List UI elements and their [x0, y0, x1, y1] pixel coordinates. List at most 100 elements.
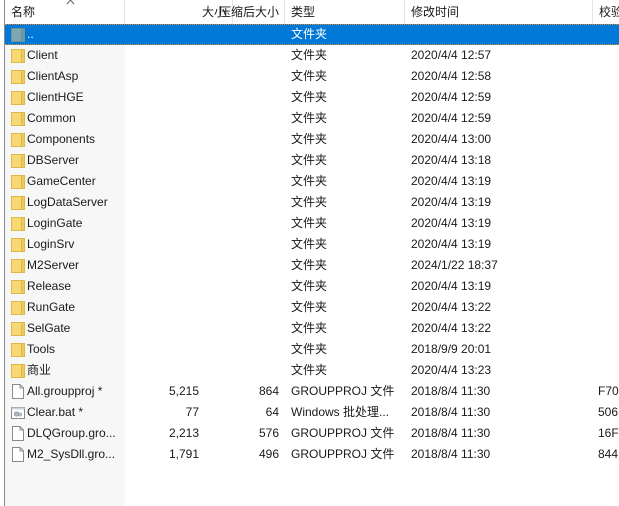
file-row[interactable]: Clear.bat * 77 64 Windows 批处理... 2018/8/4 11… [5, 402, 619, 423]
column-header-compressed-size[interactable]: 压缩后大小 [215, 0, 279, 24]
file-modified-time: 2020/4/4 13:00 [411, 132, 492, 146]
file-name: .. [27, 27, 34, 41]
file-name: ClientAsp [27, 69, 79, 83]
file-size [125, 255, 199, 276]
file-row[interactable]: ClientHGE 文件夹 2020/4/4 12:59 [5, 87, 619, 108]
folder-icon [11, 258, 25, 273]
file-name: LoginGate [27, 216, 83, 230]
file-type: 文件夹 [291, 279, 328, 293]
file-type: GROUPPROJ 文件 [291, 426, 395, 440]
file-icon [11, 426, 25, 441]
file-name: Clear.bat * [27, 405, 84, 419]
file-modified-time: 2024/1/22 18:37 [411, 258, 498, 272]
folder-icon [11, 90, 25, 105]
file-modified-time: 2020/4/4 12:57 [411, 48, 492, 62]
file-name: Client [27, 48, 58, 62]
file-name: Components [27, 132, 96, 146]
file-name: ClientHGE [27, 90, 84, 104]
file-type: 文件夹 [291, 69, 328, 83]
file-compressed-size [205, 192, 279, 213]
file-row[interactable]: 商业 文件夹 2020/4/4 13:23 [5, 360, 619, 381]
file-compressed-size [205, 213, 279, 234]
file-modified-time: 2018/9/9 20:01 [411, 342, 492, 356]
file-name: LoginSrv [27, 237, 75, 251]
file-row[interactable]: Components 文件夹 2020/4/4 13:00 [5, 129, 619, 150]
file-type: 文件夹 [291, 153, 328, 167]
file-name: LogDataServer [27, 195, 108, 209]
file-type: 文件夹 [291, 111, 328, 125]
file-row[interactable]: Release 文件夹 2020/4/4 13:19 [5, 276, 619, 297]
file-row[interactable]: Client 文件夹 2020/4/4 12:57 [5, 45, 619, 66]
file-row[interactable]: RunGate 文件夹 2020/4/4 13:22 [5, 297, 619, 318]
column-divider[interactable] [284, 0, 285, 24]
folder-icon [11, 342, 25, 357]
file-type: 文件夹 [291, 237, 328, 251]
file-type: GROUPPROJ 文件 [291, 447, 395, 461]
file-type: 文件夹 [291, 90, 328, 104]
file-icon [11, 384, 25, 399]
file-compressed-size [205, 339, 279, 360]
file-size [125, 108, 199, 129]
column-header-modified[interactable]: 修改时间 [411, 0, 459, 24]
file-size [125, 87, 199, 108]
folder-icon [11, 321, 25, 336]
file-size [125, 129, 199, 150]
file-name: Tools [27, 342, 56, 356]
file-modified-time: 2020/4/4 13:23 [411, 363, 492, 377]
file-row[interactable]: LoginSrv 文件夹 2020/4/4 13:19 [5, 234, 619, 255]
column-header-checksum[interactable]: 校验 [599, 0, 619, 24]
file-row[interactable]: M2Server 文件夹 2024/1/22 18:37 [5, 255, 619, 276]
file-row[interactable]: ClientAsp 文件夹 2020/4/4 12:58 [5, 66, 619, 87]
file-size [125, 25, 199, 46]
file-checksum: 506 [598, 405, 619, 419]
file-type: 文件夹 [291, 48, 328, 62]
column-header-name[interactable]: 名称 [11, 0, 35, 24]
file-size: 5,215 [168, 384, 199, 398]
file-row-selected[interactable]: .. 文件夹 [5, 24, 619, 45]
file-size [125, 276, 199, 297]
folder-icon [11, 195, 25, 210]
file-compressed-size [205, 171, 279, 192]
file-name: 商业 [27, 363, 52, 377]
column-divider[interactable] [404, 0, 405, 24]
file-type: 文件夹 [291, 174, 328, 188]
file-type: 文件夹 [291, 216, 328, 230]
file-modified-time: 2020/4/4 13:19 [411, 174, 492, 188]
file-row[interactable]: GameCenter 文件夹 2020/4/4 13:19 [5, 171, 619, 192]
file-row[interactable]: LoginGate 文件夹 2020/4/4 13:19 [5, 213, 619, 234]
file-compressed-size [205, 276, 279, 297]
file-row[interactable]: M2_SysDll.gro... 1,791 496 GROUPPROJ 文件 2018… [5, 444, 619, 465]
file-row[interactable]: Common 文件夹 2020/4/4 12:59 [5, 108, 619, 129]
file-checksum: F70 [598, 384, 619, 398]
file-row[interactable]: SelGate 文件夹 2020/4/4 13:22 [5, 318, 619, 339]
file-modified-time: 2020/4/4 13:19 [411, 216, 492, 230]
file-size [125, 171, 199, 192]
file-name: M2_SysDll.gro... [27, 447, 116, 461]
column-divider[interactable] [592, 0, 593, 24]
file-size: 77 [185, 405, 199, 419]
file-type: 文件夹 [291, 27, 328, 41]
file-type: 文件夹 [291, 342, 328, 356]
file-type: Windows 批处理... [291, 405, 390, 419]
folder-icon [11, 69, 25, 84]
column-header-size[interactable]: 大小 [125, 0, 226, 24]
file-checksum: 16F [598, 426, 619, 440]
file-row[interactable]: DBServer 文件夹 2020/4/4 13:18 [5, 150, 619, 171]
file-modified-time: 2020/4/4 12:59 [411, 111, 492, 125]
file-modified-time: 2018/8/4 11:30 [411, 426, 491, 440]
folder-icon [11, 48, 25, 63]
file-compressed-size: 864 [258, 384, 279, 398]
file-row[interactable]: LogDataServer 文件夹 2020/4/4 13:19 [5, 192, 619, 213]
file-row[interactable]: DLQGroup.gro... 2,213 576 GROUPPROJ 文件 2018/… [5, 423, 619, 444]
file-compressed-size [205, 255, 279, 276]
file-compressed-size [205, 87, 279, 108]
file-compressed-size [205, 25, 279, 46]
file-name: GameCenter [27, 174, 96, 188]
file-row[interactable]: Tools 文件夹 2018/9/9 20:01 [5, 339, 619, 360]
column-header-type[interactable]: 类型 [291, 0, 315, 24]
file-size [125, 213, 199, 234]
file-modified-time: 2018/8/4 11:30 [411, 405, 491, 419]
file-size [125, 66, 199, 87]
file-row[interactable]: All.groupproj * 5,215 864 GROUPPROJ 文件 2018/… [5, 381, 619, 402]
sort-ascending-icon [66, 0, 75, 5]
